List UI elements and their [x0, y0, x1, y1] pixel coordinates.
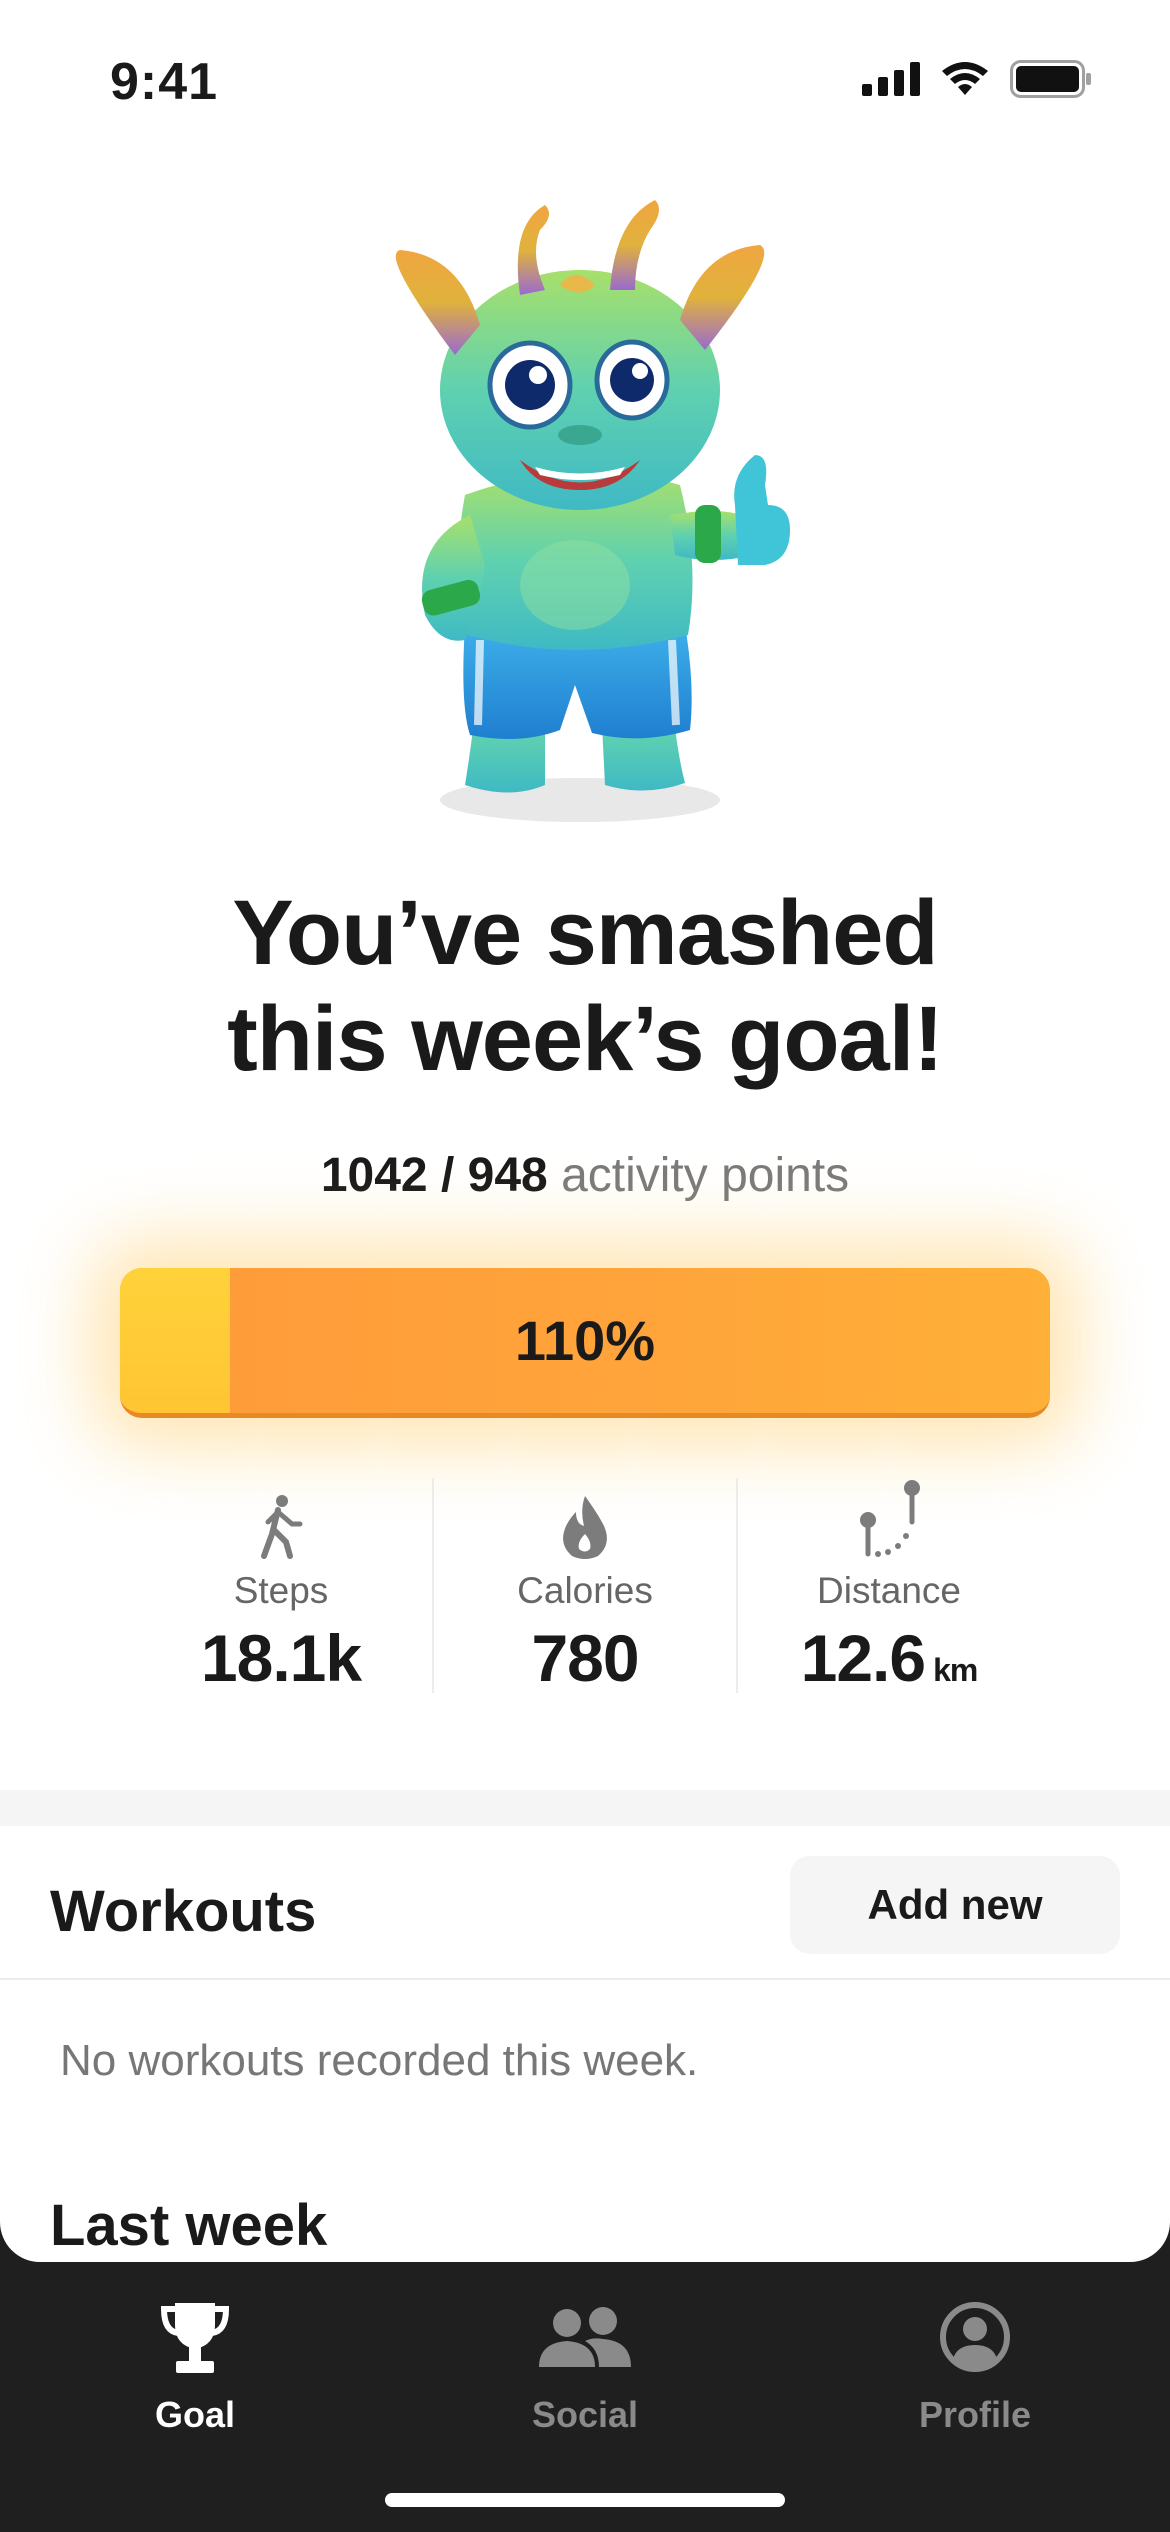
- stat-label-distance: Distance: [817, 1570, 961, 1611]
- workouts-title: Workouts: [50, 1879, 317, 1944]
- people-icon: [539, 2307, 631, 2367]
- tab-label-social: Social: [531, 2394, 639, 2435]
- tab-bar: Goal Social Profile: [0, 2262, 1170, 2532]
- stat-label-calories: Calories: [517, 1570, 653, 1611]
- goal-headline: You’ve smashed this week’s goal!: [0, 880, 1170, 1092]
- tab-label-profile: Profile: [918, 2394, 1032, 2435]
- headline-line-2: this week’s goal!: [227, 988, 944, 1090]
- calories-value: 780: [531, 1621, 639, 1695]
- steps-value: 18.1k: [200, 1621, 362, 1695]
- headline-line-1: You’ve smashed: [232, 882, 938, 984]
- status-time: 9:41: [110, 53, 219, 111]
- wifi-icon: [942, 62, 988, 95]
- goal-screen: 9:41 You’ve smashed this week’s goal! 10…: [0, 0, 1170, 2262]
- add-new-workout-button[interactable]: Add new: [790, 1856, 1120, 1954]
- stat-steps: Steps 18.1k: [130, 1478, 432, 1696]
- workouts-empty-state: No workouts recorded this week.: [60, 2036, 699, 2085]
- workouts-divider: [0, 1978, 1170, 1980]
- route-distance-icon: [860, 1480, 920, 1557]
- points-unit: activity points: [561, 1149, 850, 1202]
- last-week-title: Last week: [50, 2193, 328, 2258]
- trophy-icon: [160, 2303, 230, 2373]
- activity-stats: Steps 18.1k Calories 780 Distance 12.6 k…: [130, 1478, 1040, 1696]
- stat-value-steps: 18.1k: [130, 1620, 432, 1696]
- goal-points: 948: [467, 1149, 548, 1202]
- stat-distance: Distance 12.6 km: [736, 1478, 1040, 1696]
- section-divider: [0, 1790, 1170, 1826]
- tab-profile[interactable]: Profile: [845, 2292, 1105, 2436]
- stat-value-calories: 780: [434, 1620, 736, 1696]
- points-separator: /: [440, 1149, 455, 1202]
- profile-icon: [940, 2302, 1010, 2372]
- stat-calories: Calories 780: [432, 1478, 736, 1696]
- monster-mascot-illustration: [395, 200, 790, 822]
- tab-goal[interactable]: Goal: [65, 2292, 325, 2436]
- status-bar: 9:41: [0, 0, 1170, 150]
- tab-label-goal: Goal: [154, 2394, 235, 2435]
- distance-value: 12.6: [800, 1621, 926, 1695]
- flame-icon: [563, 1496, 607, 1559]
- stat-value-distance: 12.6 km: [738, 1620, 1040, 1696]
- walking-person-icon: [261, 1495, 303, 1559]
- signal-icon: [862, 62, 920, 96]
- current-points: 1042: [320, 1149, 428, 1202]
- status-icons: [862, 60, 1092, 98]
- stat-label-steps: Steps: [233, 1570, 329, 1611]
- distance-unit: km: [933, 1652, 978, 1688]
- tab-social[interactable]: Social: [455, 2292, 715, 2436]
- goal-progress-bar: 110%: [120, 1268, 1050, 1418]
- activity-points-summary: 1042 / 948 activity points: [0, 1148, 1170, 1203]
- progress-percent-label: 110%: [514, 1309, 656, 1372]
- home-indicator[interactable]: [385, 2493, 785, 2507]
- battery-icon: [1010, 60, 1091, 98]
